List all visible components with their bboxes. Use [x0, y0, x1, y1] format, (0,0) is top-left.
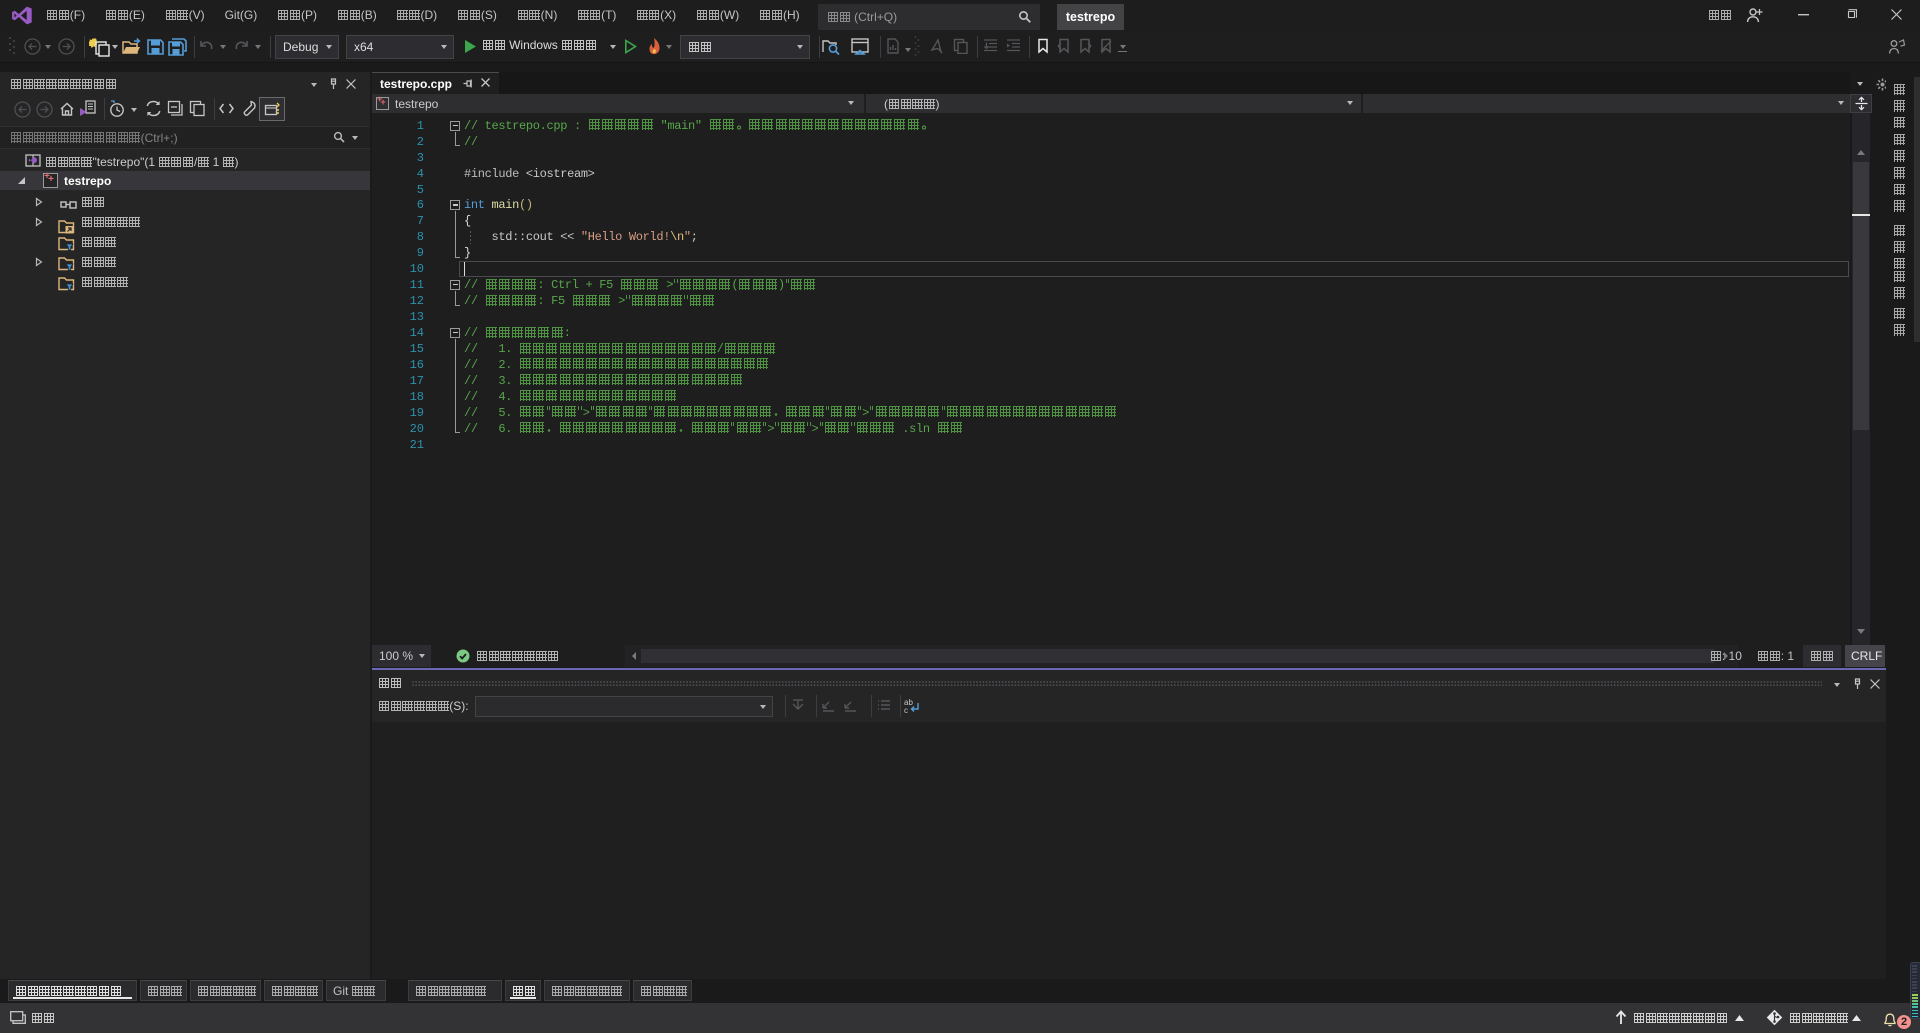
svg-text:c: c [904, 706, 908, 715]
